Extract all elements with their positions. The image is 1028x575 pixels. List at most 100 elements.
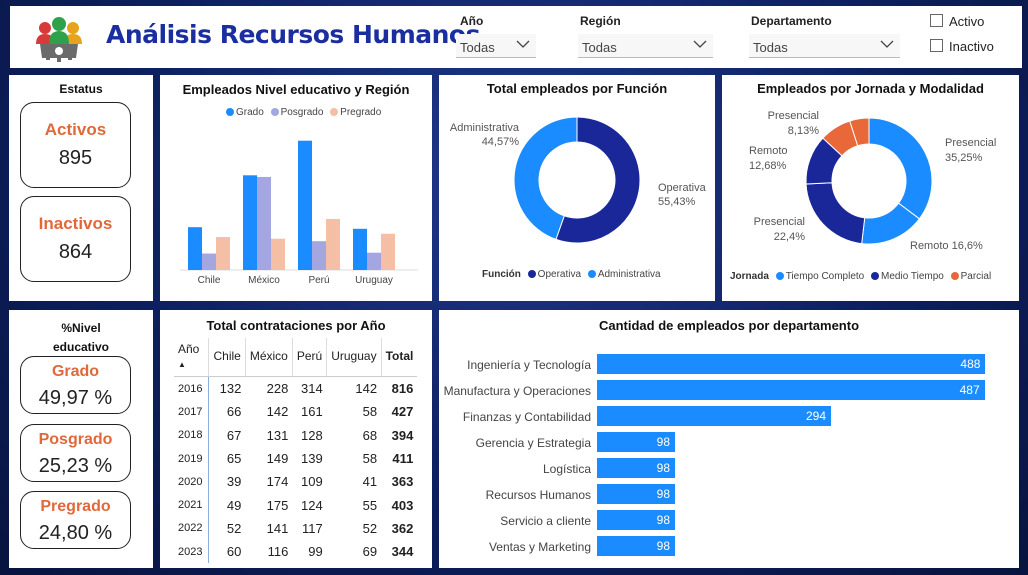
column-header[interactable]: Chile [208, 338, 246, 377]
table-row: 2020 39 174 109 41 363 [174, 470, 417, 494]
table-cell: 149 [266, 451, 289, 467]
bar-grado-uruguay[interactable] [353, 228, 367, 270]
bar-posgrado-méxico[interactable] [257, 176, 271, 270]
total-cell: 427 [391, 404, 414, 420]
bar-posgrado-uruguay[interactable] [367, 252, 381, 270]
kpi-inactivos-value: 864 [58, 241, 93, 263]
bar-value-label: 98 [656, 435, 670, 449]
kpi-pregrado-value: 24,80 % [38, 522, 113, 544]
department-bar[interactable]: 98 [597, 484, 675, 504]
slice-value: 22,4% [773, 231, 805, 243]
legend-title: Función [482, 269, 521, 280]
column-header[interactable]: Uruguay [326, 338, 382, 377]
slice-label-medio-presencial: Presencial 22,4% [730, 215, 805, 245]
slice-value: 12,68% [749, 160, 787, 172]
table-cell: 55 [362, 497, 378, 513]
bar-value-label: 294 [805, 409, 827, 423]
slice-name: Presencial [767, 110, 819, 122]
bar-pregrado-uruguay[interactable] [381, 233, 395, 270]
department-bar[interactable]: 98 [597, 536, 675, 556]
department-bar[interactable]: 98 [597, 458, 675, 478]
filter-region-select[interactable]: Todas [578, 34, 713, 58]
chart-title: Total contrataciones por Año [206, 318, 386, 333]
chevron-down-icon [880, 40, 894, 48]
education-region-chart: Empleados Nivel educativo y Región Grado… [160, 75, 432, 301]
checkbox-activo[interactable]: Activo [930, 14, 984, 29]
table-cell: 109 [301, 474, 323, 490]
x-tick-label: Perú [308, 275, 329, 286]
kpi-posgrado-value: 25,23 % [38, 455, 113, 477]
filter-department-select[interactable]: Todas [749, 34, 900, 58]
sort-asc-icon[interactable]: ▲ [178, 360, 186, 369]
slice-label-parcial-presencial: Presencial 8,13% [744, 109, 819, 139]
bar-pregrado-perú[interactable] [326, 218, 340, 270]
total-cell: 363 [391, 474, 414, 490]
checkbox-box[interactable] [930, 39, 943, 52]
bar-pregrado-méxico[interactable] [271, 238, 285, 270]
legend-dot [871, 272, 880, 280]
department-bar[interactable]: 98 [597, 432, 675, 452]
filter-year-value: Todas [460, 40, 495, 55]
total-cell: 394 [391, 427, 414, 443]
department-chart: Cantidad de empleados por departamento I… [439, 310, 1019, 568]
slice-value: 16,6% [951, 240, 983, 252]
slice-tiempo-completo-presencial[interactable] [868, 117, 933, 220]
hires-table-body: 2016 132 228 314 142 816 2017 66 142 161 58 427 2018… [174, 376, 417, 564]
slice-label-administrativa: Administrativa 44,57% [444, 121, 519, 149]
column-header[interactable]: Total [380, 338, 418, 377]
year-cell: 2019 [174, 446, 210, 471]
table-cell: 174 [266, 474, 289, 490]
table-cell: 139 [301, 451, 323, 467]
table-cell: 58 [362, 404, 378, 420]
kpi-activos-value: 895 [58, 147, 93, 169]
total-cell: 411 [392, 451, 414, 467]
filter-label-department: Departamento [751, 14, 832, 28]
column-header[interactable]: México [244, 338, 293, 377]
slice-value: 8,13% [787, 125, 819, 137]
chart-legend: Función Operativa Administrativa [482, 269, 661, 280]
kpi-pregrado: Pregrado 24,80 % [20, 491, 131, 549]
department-bars: Ingeniería y Tecnología 488 Manufactura y … [439, 310, 1019, 568]
column-header-year[interactable]: Año ▲ [174, 338, 209, 377]
x-tick-label: Chile [198, 275, 221, 286]
app-title: Análisis Recursos Humanos [106, 20, 480, 49]
function-donut-chart: Total empleados por Función Administrati… [439, 75, 715, 301]
bar-value-label: 98 [656, 513, 670, 527]
filter-year-select[interactable]: Todas [456, 34, 536, 58]
bar-grado-perú[interactable] [298, 140, 312, 270]
legend-dot [950, 272, 959, 280]
department-bar[interactable]: 488 [597, 354, 986, 374]
kpi-activos: Activos 895 [20, 102, 131, 188]
chevron-down-icon [693, 40, 707, 48]
year-cell: 2018 [174, 423, 210, 447]
checkbox-box[interactable] [930, 14, 943, 27]
table-cell: 314 [301, 381, 323, 397]
total-cell: 403 [391, 497, 414, 513]
bar-value-label: 98 [656, 461, 670, 475]
table-row: 2022 52 141 117 52 362 [174, 516, 417, 541]
slice-medio-tiempo-presencial[interactable] [805, 182, 866, 245]
department-bar[interactable]: 487 [597, 380, 985, 400]
table-cell: 39 [226, 474, 242, 490]
year-cell: 2020 [174, 470, 210, 494]
legend-title: Jornada [730, 271, 769, 282]
bar-grado-méxico[interactable] [243, 175, 257, 270]
bar-pregrado-chile[interactable] [216, 237, 230, 270]
table-cell: 65 [226, 451, 242, 467]
bar-grado-chile[interactable] [188, 227, 202, 270]
legend-label: Administrativa [597, 269, 661, 280]
header-bar: Análisis Recursos Humanos Año Todas Regi… [10, 6, 1022, 68]
kpi-grado: Grado 49,97 % [20, 356, 131, 414]
filter-label-year: Año [460, 14, 484, 28]
x-tick-label: Uruguay [355, 275, 393, 286]
column-header[interactable]: Perú [291, 338, 327, 377]
bar-posgrado-chile[interactable] [202, 253, 216, 270]
filter-label-region: Región [580, 14, 621, 28]
department-bar[interactable]: 98 [597, 510, 675, 530]
department-bar[interactable]: 294 [597, 406, 832, 426]
table-cell: 116 [267, 544, 289, 560]
checkbox-inactivo[interactable]: Inactivo [930, 39, 994, 54]
bar-value-label: 98 [656, 487, 670, 501]
bar-posgrado-perú[interactable] [312, 241, 326, 270]
total-cell: 344 [391, 544, 414, 560]
